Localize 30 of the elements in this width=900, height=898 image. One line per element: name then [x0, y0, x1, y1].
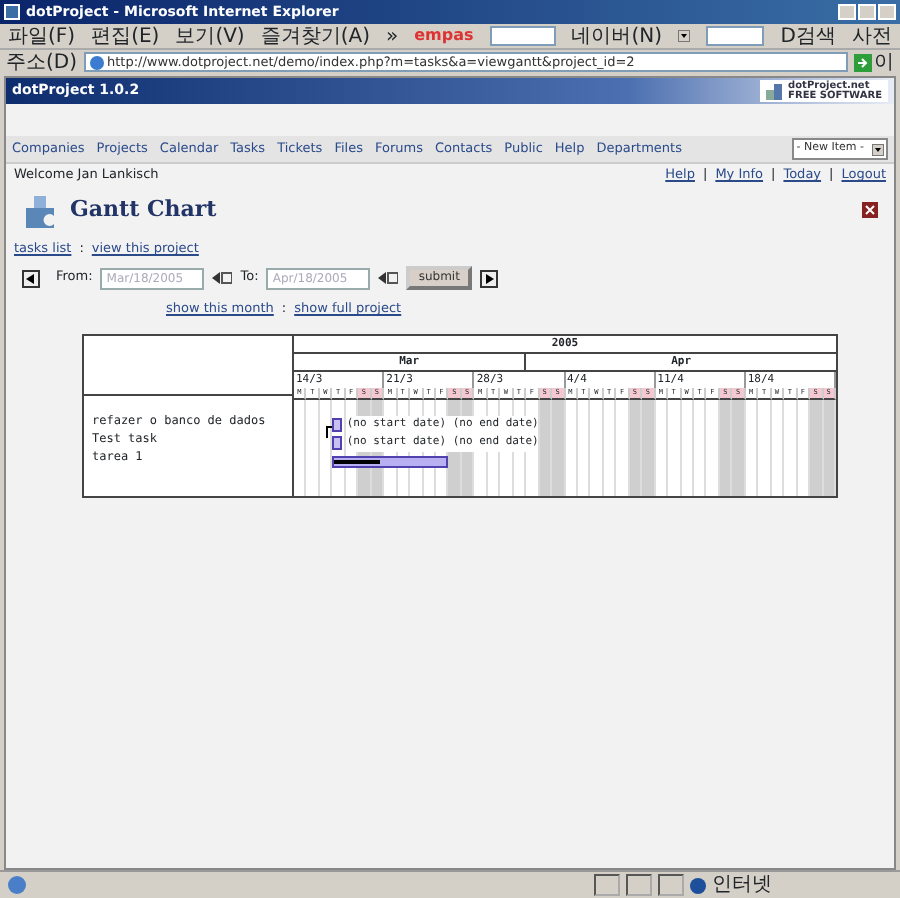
- previous-button[interactable]: [22, 269, 40, 287]
- menu-item[interactable]: 파일(F): [8, 24, 76, 48]
- calendar-icon[interactable]: [378, 272, 399, 284]
- browser-icon: [8, 876, 26, 894]
- globe-icon: [690, 877, 706, 893]
- dictionary-button[interactable]: 사전: [852, 24, 892, 48]
- window-icon: [4, 4, 20, 20]
- next-button[interactable]: [479, 269, 498, 287]
- status-pane: [626, 874, 652, 896]
- menu-item[interactable]: 보기(V): [175, 24, 245, 48]
- search-menu[interactable]: 네이버(N): [571, 24, 662, 48]
- search-field[interactable]: [705, 26, 765, 46]
- calendar-icon[interactable]: [212, 272, 233, 284]
- close-icon[interactable]: [862, 202, 878, 218]
- search-button[interactable]: D검색: [780, 24, 836, 48]
- address-label: 주소(D): [6, 49, 78, 77]
- menu-item[interactable]: 편집(E): [91, 24, 160, 48]
- search-field[interactable]: [489, 26, 556, 46]
- zone-label: 인터넷: [712, 872, 774, 898]
- menu-item[interactable]: »: [386, 24, 399, 48]
- go-arrow-icon[interactable]: [854, 53, 872, 71]
- status-pane: [658, 874, 684, 896]
- go-button[interactable]: 이: [854, 47, 894, 77]
- task-marker: [332, 418, 343, 432]
- menu-item[interactable]: 즐겨찾기(A): [260, 24, 370, 48]
- page-title: Gantt Chart: [70, 193, 217, 226]
- globe-icon: [89, 55, 104, 69]
- dropdown-arrow-icon[interactable]: [872, 143, 884, 155]
- dropdown-arrow-icon[interactable]: [677, 30, 690, 42]
- status-pane: [594, 874, 620, 896]
